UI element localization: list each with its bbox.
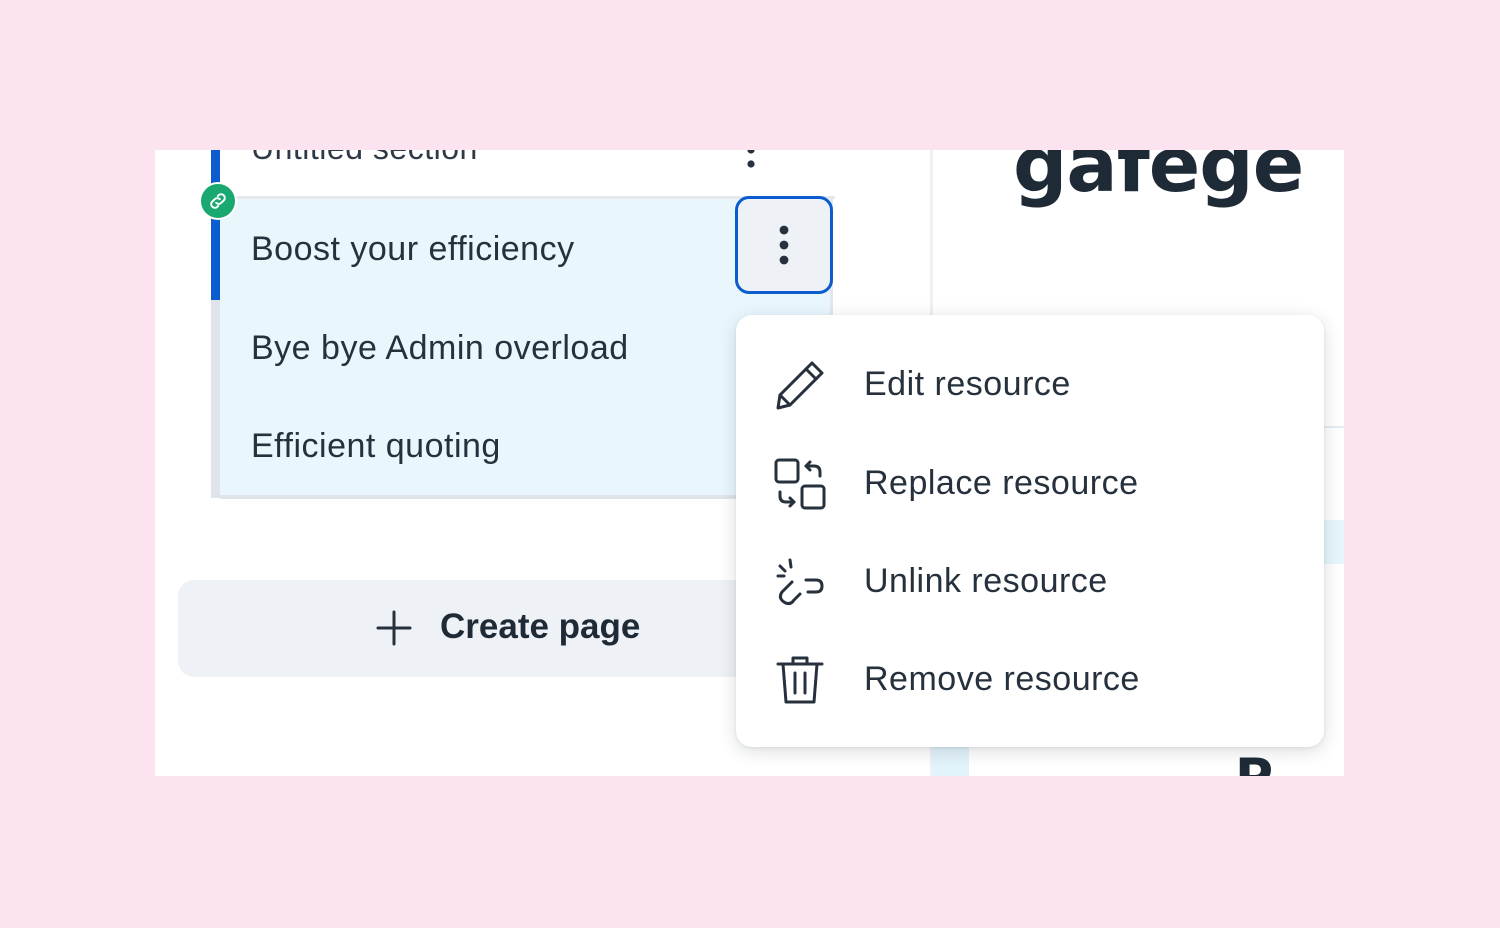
menu-item-label: Unlink resource <box>864 562 1108 600</box>
unlink-icon <box>776 558 824 606</box>
create-page-label: Create page <box>440 607 641 646</box>
menu-item-label: Replace resource <box>864 464 1139 502</box>
preview-heading-fragment: gafege <box>1013 150 1304 209</box>
outline-item[interactable]: Efficient quoting <box>251 427 501 466</box>
replace-icon <box>774 458 826 510</box>
menu-item-unlink-resource[interactable]: Unlink resource <box>736 532 1324 630</box>
kebab-icon <box>779 225 789 265</box>
pencil-icon <box>776 361 824 410</box>
resource-context-menu: Edit resource Replace resource Unlink re… <box>736 315 1324 747</box>
plus-icon <box>376 610 412 646</box>
trash-icon <box>776 656 824 704</box>
menu-item-remove-resource[interactable]: Remove resource <box>736 630 1324 728</box>
outline-section-untitled[interactable]: Untitled section <box>220 150 835 199</box>
section-label: Untitled section <box>251 150 478 167</box>
menu-item-replace-resource[interactable]: Replace resource <box>736 434 1324 532</box>
more-options-icon[interactable] <box>745 150 757 174</box>
preview-partial-letter: P <box>1235 748 1273 776</box>
outline-item[interactable]: Bye bye Admin overload <box>251 329 629 368</box>
selection-accent-bar <box>211 150 220 300</box>
menu-item-label: Edit resource <box>864 365 1071 403</box>
editor-frame: gafege P Untitled section Boost your eff… <box>155 150 1344 776</box>
more-options-button[interactable] <box>735 196 833 294</box>
create-page-button[interactable]: Create page <box>178 580 798 677</box>
menu-item-label: Remove resource <box>864 660 1140 698</box>
menu-item-edit-resource[interactable]: Edit resource <box>736 335 1324 433</box>
group-edge <box>211 300 220 498</box>
outline-item[interactable]: Boost your efficiency <box>251 230 575 269</box>
link-badge-icon <box>199 182 237 220</box>
